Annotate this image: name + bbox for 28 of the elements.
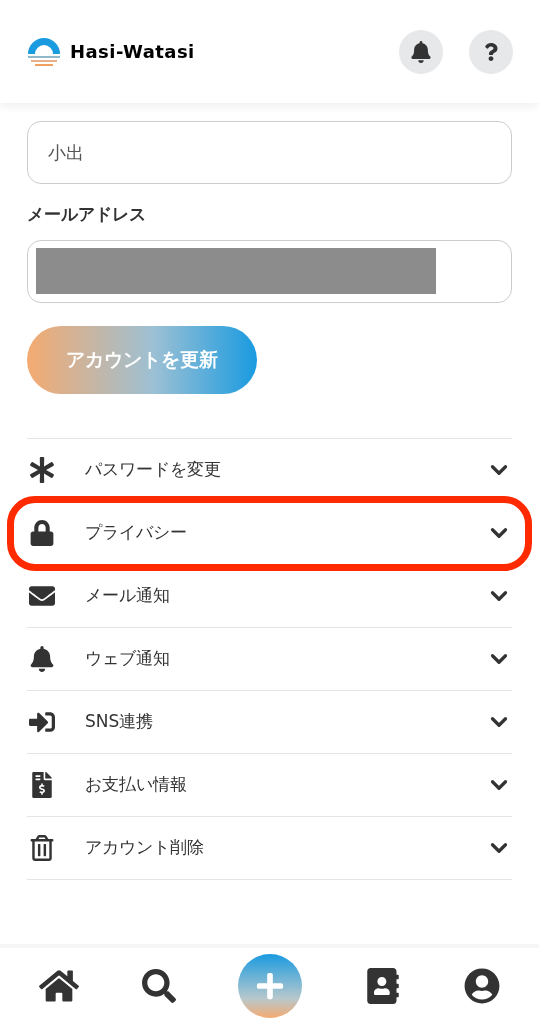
question-mark-icon [482,42,500,61]
settings-label: プライバシー [85,520,187,544]
settings-row[interactable]: お支払い情報 [27,753,512,817]
logo-text: Hasi-Watasi [70,40,195,64]
help-button[interactable] [469,29,513,74]
settings-label: ウェブ通知 [85,646,170,670]
address-book-icon[interactable] [365,968,402,1004]
settings-row[interactable]: ウェブ通知 [27,627,512,691]
settings-row[interactable]: パスワードを変更 [27,438,512,502]
bell-icon [410,40,432,63]
settings-label: パスワードを変更 [85,457,221,481]
name-field[interactable]: 小出 [27,121,512,184]
email-field[interactable] [27,239,512,303]
settings-row[interactable]: SNS連携 [27,690,512,754]
settings-row[interactable]: メール通知 [27,564,512,628]
asterisk-icon [27,456,57,483]
search-icon[interactable] [141,969,176,1003]
logo-icon [26,35,62,68]
settings-label: メール通知 [85,583,170,607]
email-label: メールアドレス [27,203,147,226]
settings-row[interactable]: プライバシー [27,501,512,565]
settings-label: SNS連携 [85,709,154,733]
notifications-button[interactable] [399,29,443,74]
plus-icon [255,971,286,1001]
profile-icon[interactable] [463,968,500,1004]
settings-row[interactable]: アカウント削除 [27,816,512,880]
settings-label: アカウント削除 [85,835,204,859]
settings-label: お支払い情報 [85,772,187,796]
